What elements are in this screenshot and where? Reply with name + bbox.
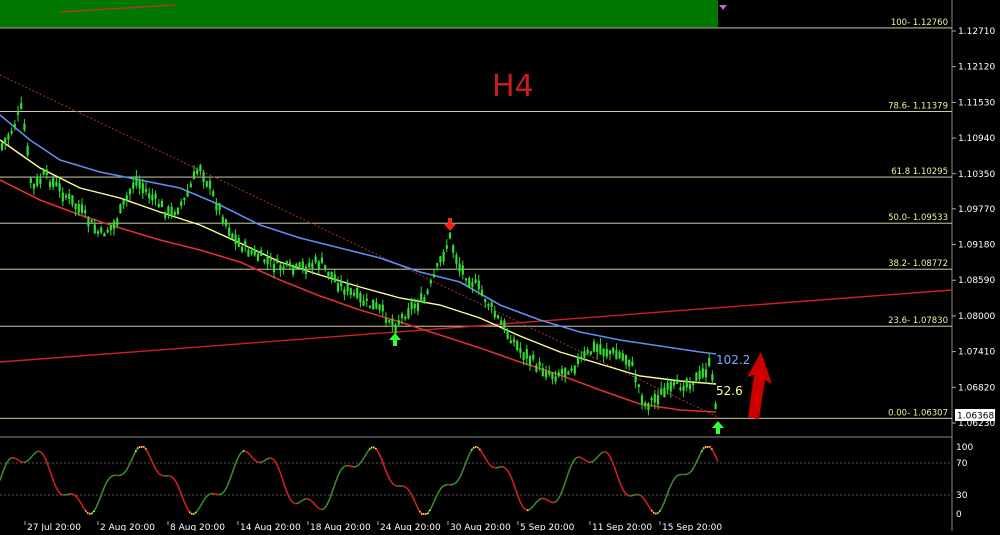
price-tick-label: 1.09770	[958, 205, 995, 215]
price-tick-label: 1.06820	[958, 383, 995, 393]
fib-level-label: 100- 1.12760	[891, 18, 948, 28]
fib-level-label: 0.00- 1.06307	[888, 408, 948, 418]
time-tick-label: 18 Aug 20:00	[310, 523, 371, 531]
chart-window[interactable]: H4 100- 1.12760 78.6- 1.11379 61.8 1.10295…	[0, 0, 1000, 531]
price-tick-label: 1.12710	[958, 27, 995, 37]
price-tick-label: 1.12120	[958, 63, 995, 73]
moving-average-yellow	[0, 140, 716, 384]
price-tick-label: 1.10350	[958, 170, 995, 180]
fib-level-label: 23.6- 1.07830	[888, 316, 948, 326]
oscillator-tick-label: 30	[956, 491, 968, 501]
time-tick-label: 11 Sep 20:00	[592, 523, 652, 531]
fib-level-label: 78.6- 1.11379	[888, 102, 948, 112]
fibonacci-levels: 100- 1.12760 78.6- 1.11379 61.8 1.10295 50.…	[0, 18, 952, 418]
price-tick-label: 1.08000	[958, 312, 995, 322]
time-axis: 27 Jul 20:00 2 Aug 20:00 8 Aug 20:00 14 Aug…	[25, 521, 722, 531]
chart-canvas[interactable]: H4 100- 1.12760 78.6- 1.11379 61.8 1.10295…	[0, 0, 1000, 531]
top-banner	[0, 0, 718, 27]
time-tick-label: 8 Aug 20:00	[170, 523, 225, 531]
time-tick-label: 24 Aug 20:00	[380, 523, 441, 531]
price-tick-label: 1.10940	[958, 134, 995, 144]
price-tick-label: 1.11530	[958, 98, 995, 108]
time-tick-label: 30 Aug 20:00	[450, 523, 511, 531]
time-tick-label: 27 Jul 20:00	[27, 523, 81, 531]
oscillator-tick-label: 0	[956, 510, 962, 520]
ma-blue-label: 102.2	[716, 353, 750, 367]
arrow-down-icon	[444, 218, 456, 231]
oscillator-tick-label: 100	[956, 443, 973, 453]
banner-marker-icon	[719, 5, 727, 10]
fib-level-label: 50.0- 1.09533	[888, 213, 948, 223]
fib-level-label: 61.8 1.10295	[891, 167, 948, 177]
ma-yellow-label: 52.6	[716, 384, 743, 398]
big-up-arrow-icon	[747, 352, 772, 419]
price-tick-label: 1.07410	[958, 348, 995, 358]
current-price-label: 1.06368	[957, 412, 994, 422]
time-tick-label: 14 Aug 20:00	[240, 523, 301, 531]
timeframe-label: H4	[492, 69, 534, 104]
time-tick-label: 5 Sep 20:00	[520, 523, 575, 531]
arrow-up-icon	[712, 421, 724, 434]
stochastic-oscillator	[0, 446, 718, 515]
time-tick-label: 2 Aug 20:00	[100, 523, 155, 531]
oscillator-axis: 100 70 30 0	[956, 443, 973, 520]
price-axis: 1.12710 1.12120 1.11530 1.10940 1.10350 1.097…	[952, 27, 995, 429]
time-tick-label: 15 Sep 20:00	[662, 523, 722, 531]
moving-average-blue	[0, 115, 716, 354]
oscillator-tick-label: 70	[956, 459, 968, 469]
trendline-dotted	[0, 75, 720, 418]
arrow-up-icon	[389, 333, 401, 346]
price-tick-label: 1.09180	[958, 241, 995, 251]
fib-level-label: 38.2- 1.08772	[888, 259, 948, 269]
price-tick-label: 1.08590	[958, 276, 995, 286]
